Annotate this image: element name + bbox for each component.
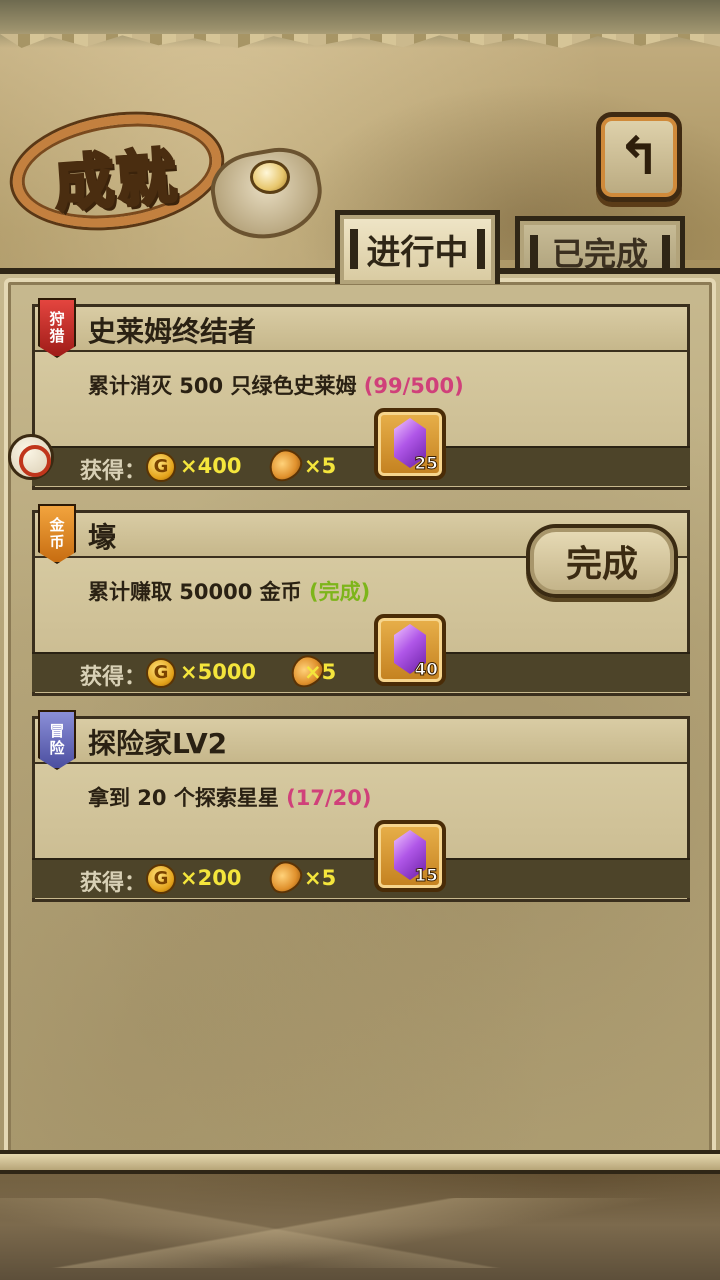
reward-label: 获得：	[80, 871, 147, 896]
tab-in-progress[interactable]: 进行中	[335, 210, 500, 284]
gem-reward-count: 25	[414, 454, 439, 475]
gem-reward-button[interactable]: 15	[374, 820, 446, 892]
reward-label: 获得：	[80, 665, 147, 690]
gem-reward-count: 40	[414, 660, 439, 681]
bread-icon	[262, 442, 308, 488]
title-emblem: 成就	[5, 101, 329, 248]
claim-complete-button[interactable]: 完成	[526, 524, 678, 598]
bread-reward-amount: ×5	[304, 454, 337, 478]
achievement-name: 史莱姆终结者	[88, 315, 257, 348]
achievement-description: 累计消灭 500 只绿色史莱姆 (99/500)	[88, 374, 464, 398]
bread-reward-amount: ×5	[304, 866, 337, 890]
achievement-description: 拿到 20 个探索星星 (17/20)	[88, 786, 372, 810]
background-top-edge	[0, 0, 720, 48]
gold-coin-badge-icon: 金币	[38, 504, 76, 564]
reward-bar: 获得： G ×5000 ×5	[32, 648, 690, 694]
map-pin-icon	[8, 434, 54, 480]
bread-icon	[262, 854, 308, 900]
achievement-name: 探险家LV2	[88, 727, 228, 760]
back-arrow-icon: ↰	[617, 127, 661, 187]
reward-bar: 获得： G ×400 ×5	[32, 442, 690, 488]
reward-bar: 获得： G ×200 ×5	[32, 854, 690, 900]
emblem-plate-decoration	[205, 141, 329, 247]
adventure-badge-icon: 冒险	[38, 710, 76, 770]
coin-reward-amount: ×400	[180, 454, 242, 478]
coin-reward-amount: ×200	[180, 866, 242, 890]
gem-reward-button[interactable]: 25	[374, 408, 446, 480]
back-button[interactable]: ↰	[596, 112, 682, 202]
page-title: 成就	[51, 140, 183, 221]
achievement-card: 狩猎 史莱姆终结者 累计消灭 500 只绿色史莱姆 (99/500) 获得： G…	[32, 298, 690, 490]
achievement-card: 冒险 探险家LV2 拿到 20 个探索星星 (17/20) 获得： G ×200…	[32, 710, 690, 902]
gem-reward-count: 15	[414, 866, 439, 887]
winged-egg-icon	[250, 160, 290, 194]
achievement-name: 壕	[88, 521, 117, 554]
gold-coin-icon: G	[146, 658, 176, 688]
coin-reward-amount: ×5000	[180, 660, 257, 684]
achievement-description: 累计赚取 50000 金币 (完成)	[88, 580, 371, 604]
achievement-progress: (17/20)	[286, 786, 372, 810]
panel-footer-trim	[0, 1150, 720, 1174]
gem-reward-button[interactable]: 40	[374, 614, 446, 686]
achievement-progress: (99/500)	[363, 374, 464, 398]
reward-label: 获得：	[80, 459, 147, 484]
hunt-badge-icon: 狩猎	[38, 298, 76, 358]
bread-reward-amount: ×5	[304, 660, 337, 684]
gold-coin-icon: G	[146, 864, 176, 894]
gold-coin-icon: G	[146, 452, 176, 482]
background-bottom-edge	[0, 1170, 720, 1280]
achievement-progress: (完成)	[309, 580, 371, 604]
